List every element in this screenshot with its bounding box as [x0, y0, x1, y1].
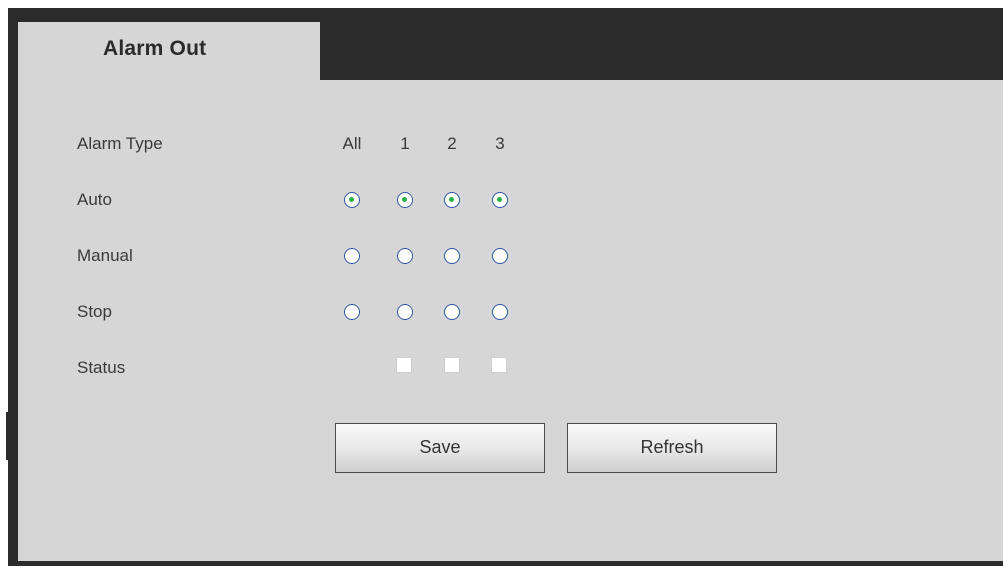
auto-all-radio[interactable]: [344, 192, 360, 208]
status-indicator-3: [491, 357, 507, 373]
stop-all-radio[interactable]: [344, 304, 360, 320]
auto-1-radio[interactable]: [397, 192, 413, 208]
manual-2-radio[interactable]: [444, 248, 460, 264]
column-header-all: All: [342, 134, 362, 153]
stop-2-radio[interactable]: [444, 304, 460, 320]
column-header-2: 2: [447, 134, 457, 153]
stop-label: Stop: [77, 302, 112, 321]
status-indicator-2: [444, 357, 460, 373]
alarm-type-label: Alarm Type: [77, 134, 163, 153]
column-header-3: 3: [495, 134, 505, 153]
auto-3-radio[interactable]: [492, 192, 508, 208]
auto-2-radio[interactable]: [444, 192, 460, 208]
stop-3-radio[interactable]: [492, 304, 508, 320]
tab-alarm-out[interactable]: Alarm Out: [18, 22, 320, 82]
save-button[interactable]: Save: [335, 423, 545, 473]
stop-1-radio[interactable]: [397, 304, 413, 320]
manual-label: Manual: [77, 246, 133, 265]
manual-all-radio[interactable]: [344, 248, 360, 264]
frame-edge: [6, 412, 10, 460]
tab-label: Alarm Out: [103, 37, 207, 60]
manual-3-radio[interactable]: [492, 248, 508, 264]
status-label: Status: [77, 358, 126, 377]
refresh-button[interactable]: Refresh: [567, 423, 777, 473]
status-indicator-1: [396, 357, 412, 373]
auto-label: Auto: [77, 190, 112, 209]
column-header-1: 1: [400, 134, 410, 153]
manual-1-radio[interactable]: [397, 248, 413, 264]
